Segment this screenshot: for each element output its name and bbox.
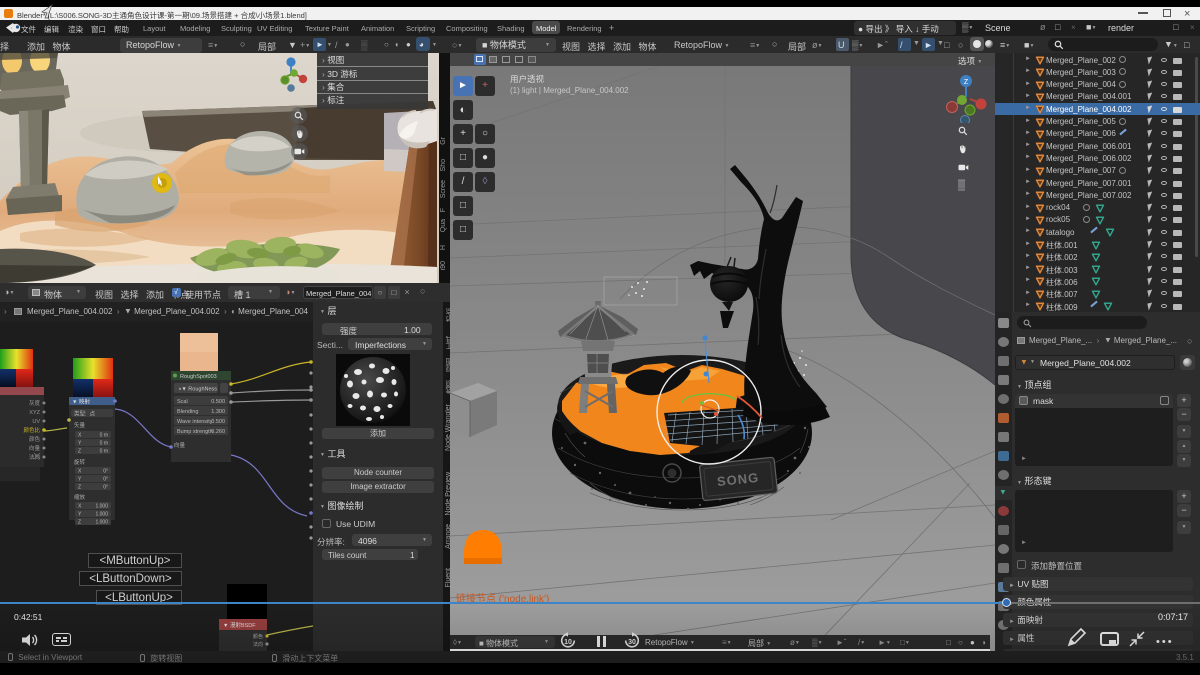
svg-text:0.260: 0.260 (211, 429, 225, 435)
svg-text:Bump strength: Bump strength (177, 429, 213, 435)
svg-text:30: 30 (628, 639, 636, 646)
svg-text:颜色: 颜色 (29, 435, 41, 443)
svg-text:RoughSpot003: RoughSpot003 (180, 374, 217, 380)
svg-text:0 m: 0 m (100, 433, 108, 439)
svg-text:颜色比: 颜色比 (23, 426, 40, 434)
svg-text:1.000: 1.000 (95, 512, 108, 518)
svg-text:灰度: 灰度 (29, 399, 41, 407)
svg-text:Z: Z (78, 449, 81, 455)
svg-text:Wave intensity: Wave intensity (177, 419, 213, 425)
svg-text:缩放: 缩放 (74, 493, 86, 501)
svg-text:旋转: 旋转 (74, 458, 86, 466)
svg-text:▼ 映射: ▼ 映射 (72, 398, 90, 406)
svg-text:Z: Z (78, 520, 81, 526)
svg-text:0.500: 0.500 (211, 419, 225, 425)
svg-text:0 m: 0 m (100, 441, 108, 447)
svg-text:1.300: 1.300 (211, 409, 225, 415)
svg-text:1.000: 1.000 (95, 520, 108, 526)
svg-text:10: 10 (564, 639, 572, 646)
svg-text:矢量: 矢量 (74, 421, 86, 429)
svg-text:0°: 0° (103, 469, 108, 475)
svg-text:向量: 向量 (174, 441, 186, 449)
svg-text:1.000: 1.000 (95, 504, 108, 510)
svg-text:0.500: 0.500 (211, 399, 225, 405)
svg-text:0 m: 0 m (100, 449, 108, 455)
svg-text:Scal: Scal (177, 399, 188, 405)
svg-text:法向: 法向 (253, 641, 263, 648)
svg-text:向量: 向量 (29, 444, 41, 452)
svg-text:▼ 漫射BSDF: ▼ 漫射BSDF (223, 621, 256, 629)
svg-text:◑▼ RoughNess: ◑▼ RoughNess (178, 387, 217, 393)
svg-text:颜色: 颜色 (253, 633, 263, 640)
svg-text:Blending: Blending (177, 409, 198, 415)
svg-text:Z: Z (78, 485, 81, 491)
svg-text:XYZ: XYZ (29, 410, 40, 416)
svg-text:UV: UV (32, 419, 40, 425)
svg-text:Z: Z (964, 79, 969, 86)
svg-text:0°: 0° (103, 485, 108, 491)
svg-text:0°: 0° (103, 477, 108, 483)
svg-text:类型: 点: 类型: 点 (74, 410, 96, 418)
